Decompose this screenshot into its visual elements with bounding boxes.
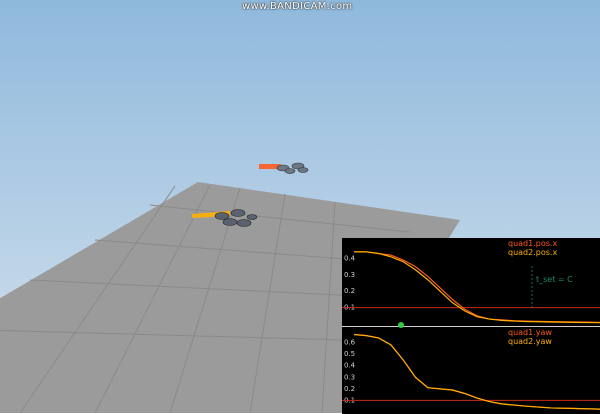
plot-position-x[interactable]: 0.4 0.3 0.2 0.1 quad1.pos.x quad2.pos.x t_set … bbox=[342, 238, 600, 326]
plot-yaw-ytick-label: 0.2 bbox=[344, 385, 355, 393]
plot-yaw-legend-entry: quad1.yaw bbox=[508, 328, 552, 337]
plot-position-x-series-quad1-pos-x bbox=[354, 251, 600, 323]
plot-yaw-series-quad2-yaw bbox=[353, 333, 600, 410]
plot-yaw-legend-entry: quad2.yaw bbox=[508, 337, 552, 346]
plot-position-x-legend-entry: quad2.pos.x bbox=[508, 248, 557, 257]
plot-position-x-canvas: 0.40.30.20.1quad1.pos.xquad2.pos.xt_set … bbox=[342, 239, 600, 324]
plot-position-x-legend-entry: quad1.pos.x bbox=[508, 239, 557, 248]
plot-yaw-canvas: 0.60.50.40.30.20.1quad1.yawquad2.yaw bbox=[342, 328, 600, 410]
plot-yaw-ytick-label: 0.6 bbox=[344, 339, 356, 347]
plot-yaw-ytick-label: 0.5 bbox=[344, 350, 355, 358]
plot-yaw-ytick-label: 0.3 bbox=[344, 373, 355, 381]
plot-position-x-ytick-label: 0.3 bbox=[344, 271, 355, 279]
plot-position-x-ytick-label: 0.2 bbox=[344, 287, 355, 295]
plot-position-x-t-set-label: t_set = C bbox=[536, 275, 573, 284]
plot-yaw-ytick-label: 0.4 bbox=[344, 362, 356, 370]
bandicam-watermark: www.BANDICAM.com bbox=[242, 1, 353, 12]
plot-splitter-marker[interactable] bbox=[398, 322, 404, 328]
plot-yaw[interactable]: 0.6 0.5 0.4 0.3 0.2 0.1 quad1.yaw quad2.yaw bbox=[342, 326, 600, 414]
plot-position-x-ytick-label: 0.4 bbox=[344, 254, 356, 262]
plot-position-x-series-quad2-pos-x bbox=[354, 251, 600, 324]
